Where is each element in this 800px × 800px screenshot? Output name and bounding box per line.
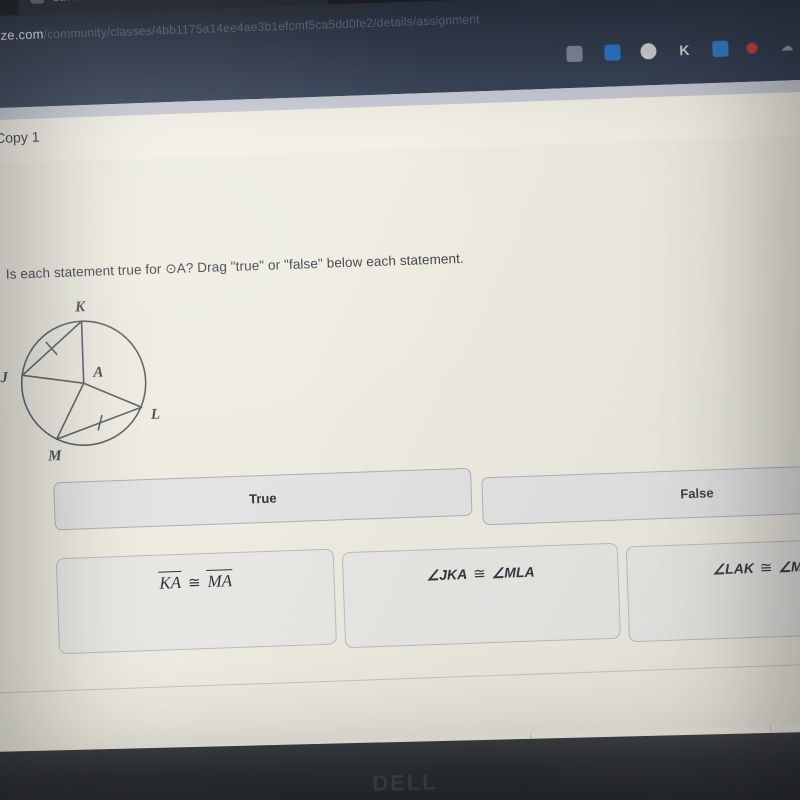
drag-tile-false[interactable]: False xyxy=(481,462,800,526)
feed-extension-icon[interactable]: ☁ xyxy=(780,38,797,55)
chord-ML xyxy=(55,406,143,440)
statement-drop-zone-1[interactable]: KA ≅ MA xyxy=(55,548,337,655)
copy-label: Copy 1 xyxy=(0,128,40,147)
congruence-symbol-1: ≅ xyxy=(187,574,201,592)
label-J: J xyxy=(0,370,9,386)
statement-text-3: ∠LAK ≅ ∠MAJ xyxy=(627,554,800,582)
circle-diagram-svg: K J A L M xyxy=(0,299,161,465)
url-domain: ealize.com xyxy=(0,26,44,44)
browser-window: Savvas Realize ✕ + ealize.com/community/… xyxy=(0,0,800,800)
label-K: K xyxy=(74,299,87,315)
tab-favicon-icon xyxy=(29,0,45,4)
circle-diagram: K J A L M xyxy=(0,288,181,469)
kami-extension-icon[interactable]: K xyxy=(676,42,693,59)
assignment-content: Is each statement true for ⊙A? Drag "tru… xyxy=(0,133,800,800)
segment-ka: KA xyxy=(157,570,183,594)
label-M: M xyxy=(47,448,63,465)
grid-extension-icon[interactable] xyxy=(566,45,583,63)
statement-drop-zone-3[interactable]: ∠LAK ≅ ∠MAJ xyxy=(625,536,800,643)
label-L: L xyxy=(150,407,161,423)
radius-AK xyxy=(80,320,85,385)
web-page: Copy 1 Is each statement true for ⊙A? Dr… xyxy=(0,77,800,800)
content-divider xyxy=(0,661,800,696)
statement-text-1: KA ≅ MA xyxy=(57,566,334,598)
angle-jka: ∠JKA xyxy=(426,565,468,584)
question-prompt: Is each statement true for ⊙A? Drag "tru… xyxy=(5,250,465,282)
angle-mla: ∠MLA xyxy=(491,563,535,582)
dell-logo: DELL xyxy=(371,769,439,796)
radius-AJ xyxy=(21,374,85,385)
statement-text-2: ∠JKA ≅ ∠MLA xyxy=(343,560,617,588)
congruence-symbol-3: ≅ xyxy=(759,559,773,577)
angle-maj: ∠MAJ xyxy=(778,557,800,576)
statement-drop-zone-2[interactable]: ∠JKA ≅ ∠MLA xyxy=(341,542,621,649)
drag-tile-true[interactable]: True xyxy=(53,467,473,531)
label-A: A xyxy=(92,365,104,381)
radius-AL xyxy=(82,382,143,409)
bookmark-extension-icon[interactable] xyxy=(604,44,621,61)
angle-lak: ∠LAK xyxy=(712,559,755,578)
laptop-photo: Savvas Realize ✕ + ealize.com/community/… xyxy=(0,0,800,800)
blue-extension-icon[interactable] xyxy=(712,40,729,58)
segment-ma: MA xyxy=(206,569,234,593)
congruence-symbol-2: ≅ xyxy=(472,565,487,583)
